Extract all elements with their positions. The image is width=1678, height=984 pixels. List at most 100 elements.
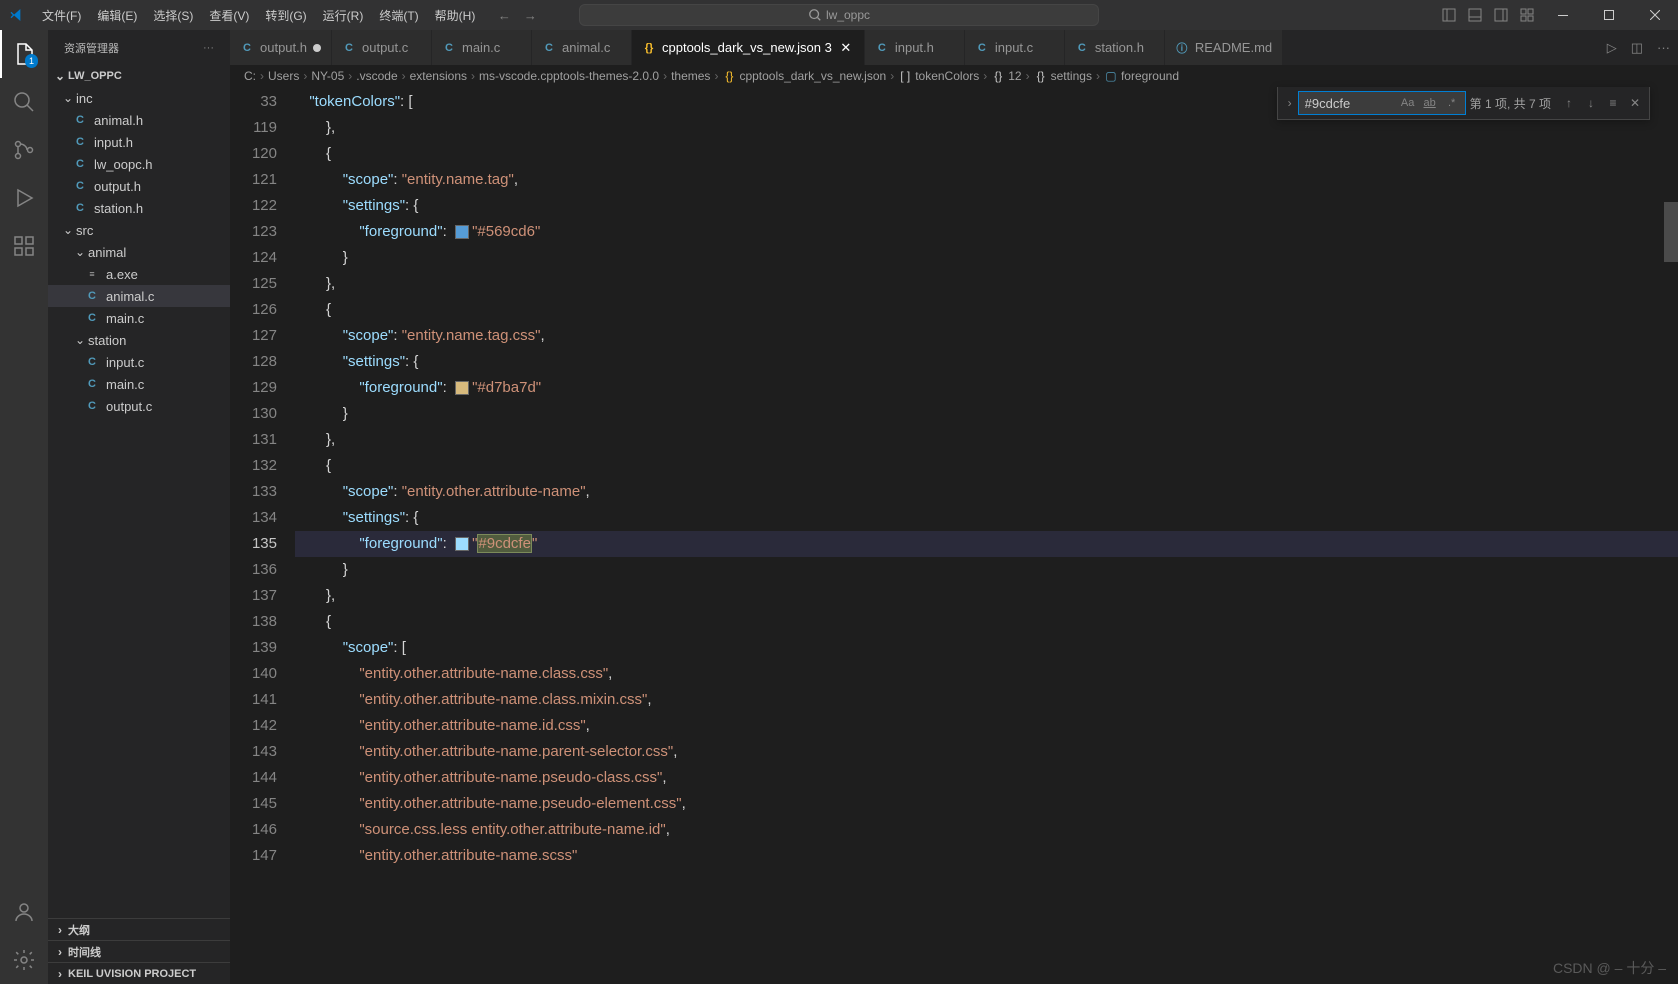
breadcrumbs[interactable]: C:›Users›NY-05›.vscode›extensions›ms-vsc…: [230, 65, 1678, 87]
file-main.c[interactable]: Cmain.c: [48, 373, 230, 395]
menu-item[interactable]: 转到(G): [257, 0, 314, 30]
activity-extensions[interactable]: [0, 222, 48, 270]
code-line[interactable]: },: [295, 271, 1678, 297]
timeline-section[interactable]: ›时间线: [48, 940, 230, 962]
file-station.h[interactable]: Cstation.h: [48, 197, 230, 219]
file-input.h[interactable]: Cinput.h: [48, 131, 230, 153]
folder-src[interactable]: ⌄src: [48, 219, 230, 241]
editor-body[interactable]: › Aa ab .* 第 1 项, 共 7 项 ↑ ↓ ≡ ✕ 33119120…: [230, 87, 1678, 984]
code-line[interactable]: {: [295, 141, 1678, 167]
match-whole-word-icon[interactable]: ab: [1420, 93, 1440, 113]
customize-layout-icon[interactable]: [1514, 0, 1540, 30]
more-icon[interactable]: ···: [1657, 40, 1670, 55]
breadcrumb-item[interactable]: {}settings: [1034, 69, 1092, 83]
find-close-icon[interactable]: ✕: [1625, 93, 1645, 113]
scrollbar-thumb[interactable]: [1664, 202, 1678, 262]
code-line[interactable]: "foreground": "#9cdcfe": [295, 531, 1678, 557]
code-line[interactable]: }: [295, 401, 1678, 427]
code-line[interactable]: "source.css.less entity.other.attribute-…: [295, 817, 1678, 843]
menu-item[interactable]: 查看(V): [201, 0, 257, 30]
file-main.c[interactable]: Cmain.c: [48, 307, 230, 329]
breadcrumb-item[interactable]: NY-05: [311, 69, 344, 83]
code-line[interactable]: "entity.other.attribute-name.scss": [295, 843, 1678, 869]
code-line[interactable]: "scope": "entity.name.tag.css",: [295, 323, 1678, 349]
nav-forward[interactable]: →: [519, 4, 541, 26]
run-icon[interactable]: ▷: [1607, 40, 1617, 56]
folder-animal[interactable]: ⌄animal: [48, 241, 230, 263]
window-minimize[interactable]: [1540, 0, 1586, 30]
code-line[interactable]: {: [295, 609, 1678, 635]
code-line[interactable]: "entity.other.attribute-name.id.css",: [295, 713, 1678, 739]
activity-settings[interactable]: [0, 936, 48, 984]
menu-item[interactable]: 终端(T): [371, 0, 426, 30]
window-maximize[interactable]: [1586, 0, 1632, 30]
code-line[interactable]: },: [295, 583, 1678, 609]
file-a.exe[interactable]: ≡a.exe: [48, 263, 230, 285]
sidebar-more-icon[interactable]: ···: [203, 42, 214, 54]
breadcrumb-item[interactable]: themes: [671, 69, 710, 83]
tab-output.h[interactable]: Coutput.h: [230, 30, 332, 65]
outline-section[interactable]: ›大纲: [48, 918, 230, 940]
code-line[interactable]: "entity.other.attribute-name.parent-sele…: [295, 739, 1678, 765]
command-center[interactable]: lw_oppc: [579, 4, 1099, 26]
tab-README.md[interactable]: ⓘREADME.md: [1165, 30, 1283, 65]
code-line[interactable]: }: [295, 245, 1678, 271]
breadcrumb-item[interactable]: ms-vscode.cpptools-themes-2.0.0: [479, 69, 659, 83]
match-case-icon[interactable]: Aa: [1398, 93, 1418, 113]
code-line[interactable]: "scope": [: [295, 635, 1678, 661]
activity-explorer[interactable]: 1: [0, 30, 48, 78]
code-line[interactable]: "entity.other.attribute-name.class.mixin…: [295, 687, 1678, 713]
project-root[interactable]: ⌄LW_OPPC: [48, 65, 230, 87]
vertical-scrollbar[interactable]: [1664, 87, 1678, 984]
breadcrumb-item[interactable]: C:: [244, 69, 256, 83]
nav-back[interactable]: ←: [493, 4, 515, 26]
file-animal.c[interactable]: Canimal.c: [48, 285, 230, 307]
breadcrumb-item[interactable]: extensions: [410, 69, 467, 83]
split-editor-icon[interactable]: ◫: [1631, 40, 1643, 56]
find-expand-icon[interactable]: ›: [1282, 96, 1298, 110]
find-next-icon[interactable]: ↓: [1581, 93, 1601, 113]
activity-account[interactable]: [0, 888, 48, 936]
breadcrumb-item[interactable]: {}cpptools_dark_vs_new.json: [722, 69, 886, 83]
code-line[interactable]: "settings": {: [295, 505, 1678, 531]
activity-run-debug[interactable]: [0, 174, 48, 222]
file-input.c[interactable]: Cinput.c: [48, 351, 230, 373]
code-line[interactable]: "entity.other.attribute-name.class.css",: [295, 661, 1678, 687]
layout-primary-sidebar-icon[interactable]: [1436, 0, 1462, 30]
tab-main.c[interactable]: Cmain.c: [432, 30, 532, 65]
activity-search[interactable]: [0, 78, 48, 126]
code-line[interactable]: "foreground": "#d7ba7d": [295, 375, 1678, 401]
code-line[interactable]: "settings": {: [295, 349, 1678, 375]
code-content[interactable]: "tokenColors": [ }, { "scope": "entity.n…: [295, 87, 1678, 984]
layout-panel-icon[interactable]: [1462, 0, 1488, 30]
code-line[interactable]: "scope": "entity.other.attribute-name",: [295, 479, 1678, 505]
code-line[interactable]: "settings": {: [295, 193, 1678, 219]
tab-animal.c[interactable]: Canimal.c: [532, 30, 632, 65]
breadcrumb-item[interactable]: {}12: [991, 69, 1021, 83]
folder-inc[interactable]: ⌄inc: [48, 87, 230, 109]
menu-item[interactable]: 帮助(H): [427, 0, 484, 30]
folder-station[interactable]: ⌄station: [48, 329, 230, 351]
tab-station.h[interactable]: Cstation.h: [1065, 30, 1165, 65]
code-line[interactable]: {: [295, 453, 1678, 479]
breadcrumb-item[interactable]: .vscode: [356, 69, 397, 83]
menu-item[interactable]: 编辑(E): [89, 0, 145, 30]
activity-scm[interactable]: [0, 126, 48, 174]
keil-section[interactable]: ›KEIL UVISION PROJECT: [48, 962, 230, 984]
menu-item[interactable]: 文件(F): [34, 0, 89, 30]
find-selection-icon[interactable]: ≡: [1603, 93, 1623, 113]
file-output.h[interactable]: Coutput.h: [48, 175, 230, 197]
code-line[interactable]: "scope": "entity.name.tag",: [295, 167, 1678, 193]
code-line[interactable]: "foreground": "#569cd6": [295, 219, 1678, 245]
file-lw_oopc.h[interactable]: Clw_oopc.h: [48, 153, 230, 175]
breadcrumb-item[interactable]: Users: [268, 69, 299, 83]
breadcrumb-item[interactable]: ▢foreground: [1104, 69, 1179, 83]
menu-item[interactable]: 运行(R): [315, 0, 372, 30]
code-line[interactable]: {: [295, 297, 1678, 323]
code-line[interactable]: },: [295, 427, 1678, 453]
window-close[interactable]: [1632, 0, 1678, 30]
file-animal.h[interactable]: Canimal.h: [48, 109, 230, 131]
code-line[interactable]: }: [295, 557, 1678, 583]
tab-input.c[interactable]: Cinput.c: [965, 30, 1065, 65]
code-line[interactable]: "entity.other.attribute-name.pseudo-elem…: [295, 791, 1678, 817]
